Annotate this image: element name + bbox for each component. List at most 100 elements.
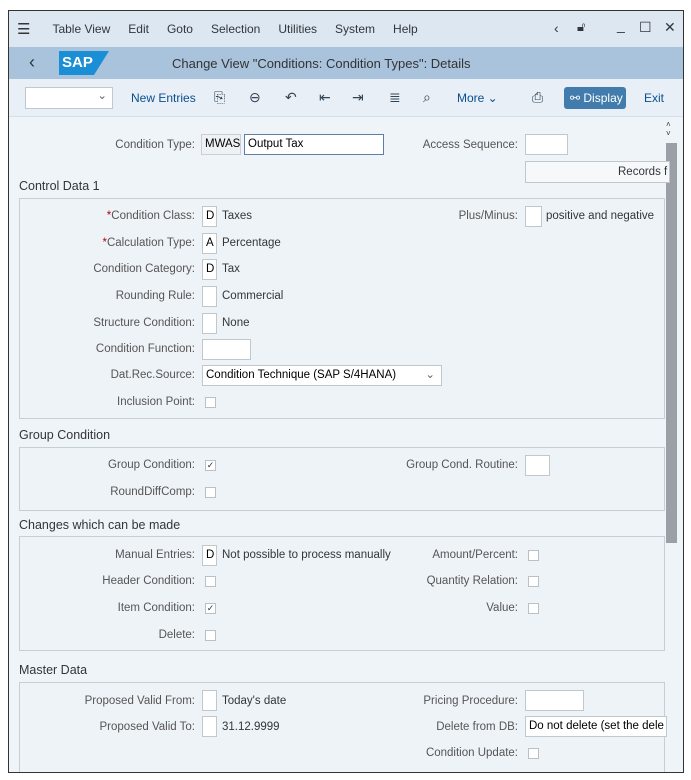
delete-db-select[interactable]: Do not delete (set the dele (525, 716, 667, 737)
condition-type-description-input[interactable]: Output Tax (244, 134, 384, 155)
amount-percent-label: Amount/Percent: (432, 549, 518, 561)
control-data-title: Control Data 1 (19, 179, 100, 193)
condition-type-label: Condition Type: (115, 139, 195, 151)
menu-bar: ☰ Table View Edit Goto Selection Utiliti… (9, 11, 683, 47)
quantity-relation-checkbox[interactable] (528, 576, 539, 587)
display-button[interactable]: ⚯ Display (564, 87, 626, 109)
group-condition-checkbox[interactable]: ✓ (205, 460, 216, 471)
find-icon[interactable]: ⌕ (423, 89, 431, 106)
menu-help[interactable]: Help (393, 22, 418, 36)
amount-percent-checkbox[interactable] (528, 550, 539, 561)
chevron-down-icon: ⌄ (425, 369, 435, 381)
inclusion-point-checkbox[interactable] (205, 397, 216, 408)
plus-minus-label: Plus/Minus: (458, 210, 518, 222)
condition-type-field: MWAS (201, 134, 241, 155)
valid-to-input[interactable] (202, 716, 217, 737)
item-condition-checkbox[interactable]: ✓ (205, 603, 216, 614)
data-source-value: Condition Technique (SAP S/4HANA) (206, 369, 397, 381)
menu-table-view[interactable]: Table View (52, 22, 110, 36)
new-entries-button[interactable]: New Entries (131, 91, 196, 105)
more-button[interactable]: More ⌄ (457, 91, 498, 105)
menu-goto[interactable]: Goto (167, 22, 193, 36)
page-title: Change View "Conditions: Condition Types… (172, 56, 471, 71)
collapse-icon[interactable]: ‹ (554, 20, 559, 36)
exit-button[interactable]: Exit (644, 91, 664, 105)
item-condition-label: Item Condition: (117, 602, 195, 614)
print-icon[interactable]: ⎙ (532, 89, 543, 106)
command-field[interactable]: ⌄ (25, 87, 113, 109)
scroll-down-icon[interactable]: ˅ (666, 129, 671, 138)
pricing-procedure-input[interactable] (525, 690, 584, 711)
value-checkbox[interactable] (528, 603, 539, 614)
condition-category-label: Condition Category: (93, 263, 195, 275)
sap-window: ☰ Table View Edit Goto Selection Utiliti… (8, 10, 684, 773)
maximize-icon[interactable]: ☐ (639, 19, 652, 36)
condition-class-input[interactable]: D (202, 206, 217, 227)
access-sequence-label: Access Sequence: (422, 139, 518, 151)
quantity-relation-label: Quantity Relation: (426, 575, 518, 587)
valid-to-text: 31.12.9999 (222, 721, 280, 733)
valid-from-input[interactable] (202, 690, 217, 711)
menu-edit[interactable]: Edit (128, 22, 149, 36)
manual-entries-text: Not possible to process manually (222, 549, 391, 561)
back-icon[interactable]: ‹ (29, 52, 35, 73)
changes-title: Changes which can be made (19, 518, 181, 532)
condition-class-label: *Condition Class: (106, 210, 195, 222)
records-button[interactable]: Records f (525, 161, 670, 183)
rounddiff-checkbox[interactable] (205, 487, 216, 498)
condition-update-checkbox[interactable] (528, 748, 539, 759)
calculation-type-text: Percentage (222, 237, 281, 249)
scrollbar-thumb[interactable] (666, 143, 677, 543)
group-cond-routine-label: Group Cond. Routine: (406, 459, 518, 471)
condition-function-input[interactable] (202, 339, 251, 360)
display-label: Display (583, 91, 623, 105)
menu-system[interactable]: System (335, 22, 375, 36)
calculation-type-label: *Calculation Type: (102, 237, 196, 249)
master-data-title: Master Data (19, 663, 88, 677)
undo-icon[interactable]: ↶ (285, 89, 297, 106)
manual-entries-input[interactable]: D (202, 545, 217, 566)
calculation-type-input[interactable]: A (202, 233, 217, 254)
valid-to-label: Proposed Valid To: (99, 721, 195, 733)
more-label: More (457, 91, 485, 105)
delete-db-label: Delete from DB: (436, 721, 518, 733)
delete-checkbox[interactable] (205, 630, 216, 641)
previous-entry-icon[interactable]: ⇤ (319, 89, 331, 106)
hamburger-icon[interactable]: ☰ (17, 20, 30, 38)
data-source-label: Dat.Rec.Source: (110, 369, 195, 381)
manual-entries-label: Manual Entries: (115, 549, 195, 561)
header-condition-checkbox[interactable] (205, 576, 216, 587)
inclusion-point-label: Inclusion Point: (117, 396, 195, 408)
structure-condition-text: None (222, 317, 250, 329)
close-icon[interactable]: ✕ (664, 19, 676, 36)
menu-selection[interactable]: Selection (211, 22, 260, 36)
minimize-icon[interactable]: _ (617, 17, 625, 33)
group-condition-title: Group Condition (19, 428, 111, 442)
rounding-rule-label: Rounding Rule: (115, 290, 195, 302)
group-cond-routine-input[interactable] (525, 455, 550, 476)
next-entry-icon[interactable]: ⇥ (352, 89, 364, 106)
copy-icon[interactable]: ⎘ (214, 89, 225, 106)
scroll-up-icon[interactable]: ˄ (666, 120, 671, 129)
structure-condition-input[interactable] (202, 313, 217, 334)
unlock-icon[interactable]: 🔓︎ (577, 19, 585, 35)
value-label: Value: (486, 602, 518, 614)
header-condition-label: Header Condition: (102, 575, 195, 587)
condition-class-text: Taxes (222, 210, 253, 222)
plus-minus-text: positive and negative (546, 210, 655, 222)
delete-label: Delete: (158, 629, 195, 641)
data-source-select[interactable]: Condition Technique (SAP S/4HANA) ⌄ (202, 365, 442, 386)
rounding-rule-input[interactable] (202, 286, 217, 307)
delete-icon[interactable]: ⊖ (249, 89, 261, 106)
condition-category-input[interactable]: D (202, 259, 217, 280)
menu-utilities[interactable]: Utilities (278, 22, 317, 36)
condition-category-text: Tax (222, 263, 240, 275)
calculation-type-label-text: Calculation Type: (106, 237, 195, 249)
access-sequence-input[interactable] (525, 134, 568, 155)
plus-minus-input[interactable] (525, 206, 542, 227)
vertical-scrollbar[interactable]: ˄ ˅ (665, 117, 679, 772)
condition-function-label: Condition Function: (95, 343, 195, 355)
structure-condition-label: Structure Condition: (93, 317, 195, 329)
list-icon[interactable]: ≣ (389, 89, 401, 106)
valid-from-label: Proposed Valid From: (84, 695, 195, 707)
